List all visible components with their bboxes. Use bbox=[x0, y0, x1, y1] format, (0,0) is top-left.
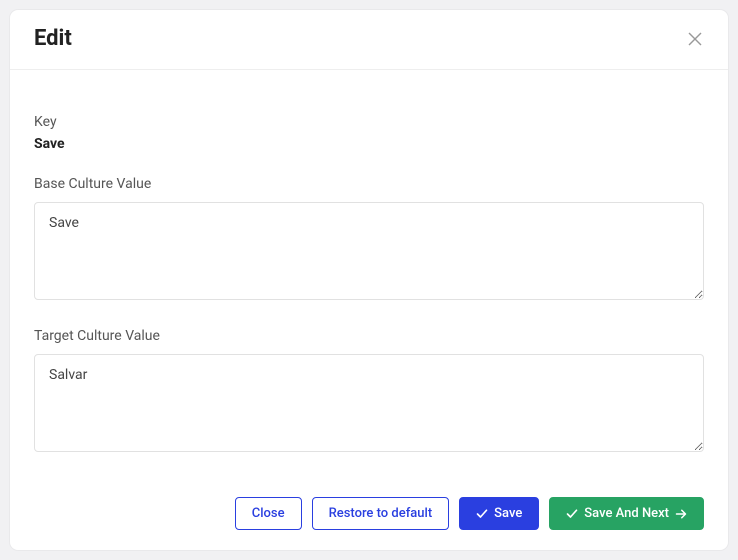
save-next-button-label: Save And Next bbox=[584, 506, 669, 521]
arrow-right-icon bbox=[675, 508, 687, 520]
target-culture-input[interactable] bbox=[34, 354, 704, 452]
close-icon[interactable] bbox=[686, 30, 704, 48]
restore-button[interactable]: Restore to default bbox=[312, 497, 450, 530]
key-label: Key bbox=[34, 114, 704, 130]
check-icon bbox=[566, 508, 578, 520]
modal-body: Key Save Base Culture Value Target Cultu… bbox=[10, 70, 728, 479]
target-culture-label: Target Culture Value bbox=[34, 328, 704, 344]
key-field: Key Save bbox=[34, 114, 704, 152]
modal-title: Edit bbox=[34, 26, 72, 51]
modal-header: Edit bbox=[10, 10, 728, 70]
edit-modal: Edit Key Save Base Culture Value Target … bbox=[10, 10, 728, 550]
target-culture-field: Target Culture Value bbox=[34, 328, 704, 456]
close-button[interactable]: Close bbox=[235, 497, 302, 530]
modal-footer: Close Restore to default Save Save And N… bbox=[10, 479, 728, 550]
base-culture-field: Base Culture Value bbox=[34, 176, 704, 304]
base-culture-input[interactable] bbox=[34, 202, 704, 300]
check-icon bbox=[476, 508, 488, 520]
save-button[interactable]: Save bbox=[459, 497, 539, 530]
base-culture-label: Base Culture Value bbox=[34, 176, 704, 192]
save-button-label: Save bbox=[494, 506, 522, 521]
restore-button-label: Restore to default bbox=[329, 506, 433, 521]
close-button-label: Close bbox=[252, 506, 285, 521]
save-next-button[interactable]: Save And Next bbox=[549, 497, 704, 530]
key-value: Save bbox=[34, 136, 704, 152]
